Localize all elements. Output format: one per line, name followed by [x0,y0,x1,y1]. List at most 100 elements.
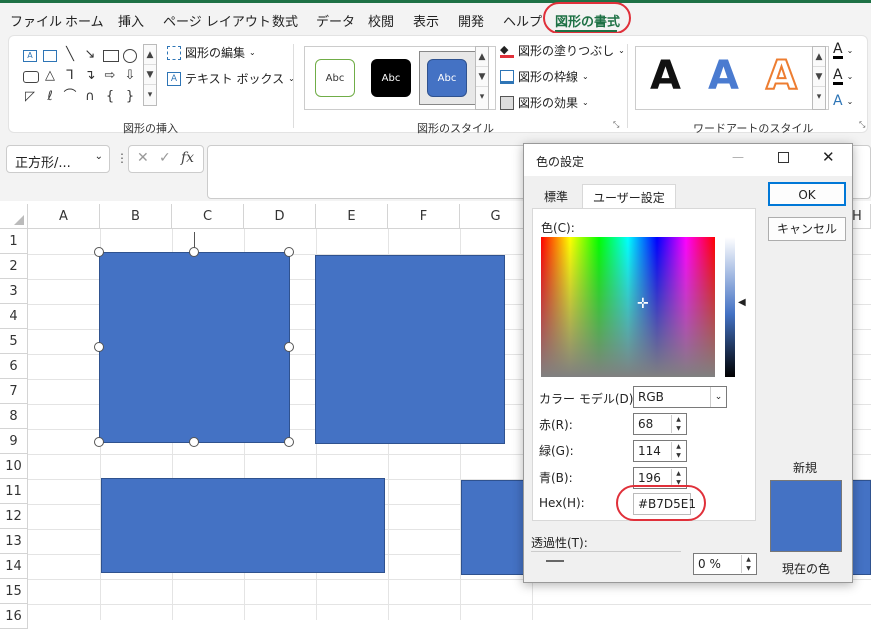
chevron-up-icon[interactable]: ▲ [144,45,156,65]
styles-dialog-launcher-icon[interactable]: ⤡ [613,120,619,130]
green-spinner[interactable]: ▲ ▼ [671,442,685,460]
color-spectrum[interactable] [541,237,715,377]
transparency-input[interactable]: 0 % ▲ ▼ [693,553,757,575]
resize-handle[interactable] [189,247,199,257]
resize-handle[interactable] [94,342,104,352]
resize-handle[interactable] [189,437,199,447]
red-input[interactable]: 68 ▲ ▼ [633,413,687,435]
resize-handle[interactable] [94,437,104,447]
text-outline-button[interactable]: A ⌄ [833,68,853,85]
shape-effects-button[interactable]: 図形の効果 ⌄ [500,94,589,111]
shape-outline-button[interactable]: 図形の枠線 ⌄ [500,68,589,85]
right-arrow-shape-icon[interactable]: ⇨ [101,67,119,85]
shape-fill-button[interactable]: ◆ 図形の塗りつぶし ⌄ [500,42,625,59]
scribble-shape-icon[interactable]: ℓ [41,88,59,106]
cancel-entry-icon[interactable]: ✕ [137,150,149,166]
resize-handle[interactable] [284,437,294,447]
resize-handle[interactable] [284,247,294,257]
row-header-1[interactable]: 1 [0,229,28,254]
luminance-slider[interactable] [725,237,735,377]
curve-shape-icon[interactable]: ∩ [81,88,99,106]
more-icon[interactable]: ▾ [144,85,156,105]
column-header-a[interactable]: A [28,204,100,229]
shapes-gallery-scroll[interactable]: ▲ ▼ ▾ [143,44,157,106]
row-header-8[interactable]: 8 [0,404,28,429]
rectangle-shape-icon[interactable] [103,50,119,62]
cancel-button[interactable]: キャンセル [768,217,846,241]
chevron-up-icon[interactable]: ▲ [476,47,488,67]
row-header-12[interactable]: 12 [0,504,28,529]
resize-handle[interactable] [94,247,104,257]
triangle-shape-icon[interactable]: △ [41,67,59,85]
wordart-blue[interactable]: A [708,53,739,99]
wordart-gallery[interactable]: A A A [635,46,829,110]
column-header-g[interactable]: G [460,204,532,229]
elbow-arrow-shape-icon[interactable]: ↴ [81,67,99,85]
green-input[interactable]: 114 ▲ ▼ [633,440,687,462]
row-header-13[interactable]: 13 [0,529,28,554]
more-icon[interactable]: ▾ [476,87,488,107]
confirm-entry-icon[interactable]: ✓ [159,150,171,166]
tab-developer[interactable]: 開発 [458,11,484,30]
name-box[interactable]: 正方形/... ⌄ [6,145,110,173]
red-spinner[interactable]: ▲ ▼ [671,415,685,433]
chevron-down-icon[interactable]: ▼ [144,65,156,85]
row-header-2[interactable]: 2 [0,254,28,279]
edit-shape-button[interactable]: 図形の編集 ⌄ [167,44,256,61]
color-model-select[interactable]: RGB ⌄ [633,386,727,408]
rounded-rect-shape-icon[interactable] [23,71,39,83]
column-header-f[interactable]: F [388,204,460,229]
styles-gallery-scroll[interactable]: ▲ ▼ ▾ [475,46,489,110]
line-shape-icon[interactable]: ╲ [61,46,79,64]
tab-view[interactable]: 表示 [413,11,439,30]
chevron-up-icon[interactable]: ▲ [813,47,825,67]
tab-home[interactable]: ホーム [65,11,104,30]
row-header-15[interactable]: 15 [0,579,28,604]
column-header-d[interactable]: D [244,204,316,229]
wordart-orange-outline[interactable]: A [765,52,798,100]
rectangle-shape-1[interactable] [101,478,385,573]
tab-review[interactable]: 校閲 [368,11,394,30]
down-arrow-shape-icon[interactable]: ⇩ [121,67,139,85]
oval-shape-icon[interactable] [123,49,137,63]
row-header-9[interactable]: 9 [0,429,28,454]
style-outline-green[interactable]: Abc [315,59,355,97]
shapes-gallery[interactable]: A ╲ ↘ △ ⅂ ↴ ⇨ ⇩ ◸ ℓ ⌒ ∩ { } [19,46,159,108]
chevron-down-icon[interactable]: ▼ [476,67,488,87]
luminance-arrow-icon[interactable]: ◀ [738,297,746,308]
wordart-black[interactable]: A [650,53,681,99]
row-header-10[interactable]: 10 [0,454,28,479]
left-brace-shape-icon[interactable]: { [101,88,119,106]
spin-down-icon[interactable]: ▼ [742,564,755,573]
more-icon[interactable]: ▾ [813,87,825,107]
chevron-down-icon[interactable]: ▼ [813,67,825,87]
freeform-shape-icon[interactable]: ◸ [21,88,39,106]
more-options-icon[interactable]: ⋮ [116,151,128,165]
tab-standard[interactable]: 標準 [534,184,578,208]
row-header-6[interactable]: 6 [0,354,28,379]
column-header-b[interactable]: B [100,204,172,229]
row-header-14[interactable]: 14 [0,554,28,579]
textbox-shape-icon[interactable]: A [23,50,37,62]
row-header-5[interactable]: 5 [0,329,28,354]
insert-function-icon[interactable]: fx [181,150,194,166]
tab-data[interactable]: データ [316,11,355,30]
right-brace-shape-icon[interactable]: } [121,88,139,106]
tab-file[interactable]: ファイル [10,11,62,30]
tab-help[interactable]: ヘルプ [503,11,542,30]
style-fill-blue[interactable]: Abc [427,59,467,97]
transparency-spinner[interactable]: ▲ ▼ [741,555,755,573]
spin-up-icon[interactable]: ▲ [672,469,685,478]
text-box-button[interactable]: A テキスト ボックス ⌄ [167,70,295,87]
select-all-corner[interactable] [0,204,28,229]
wordart-gallery-scroll[interactable]: ▲ ▼ ▾ [812,46,826,110]
arc-shape-icon[interactable]: ⌒ [61,88,79,106]
text-effects-button[interactable]: A ⌄ [833,94,853,108]
wordart-dialog-launcher-icon[interactable]: ⤡ [859,120,865,130]
column-header-c[interactable]: C [172,204,244,229]
resize-handle[interactable] [284,342,294,352]
column-header-e[interactable]: E [316,204,388,229]
shape-styles-gallery[interactable]: Abc Abc Abc [304,46,496,110]
row-header-4[interactable]: 4 [0,304,28,329]
spin-down-icon[interactable]: ▼ [672,451,685,460]
